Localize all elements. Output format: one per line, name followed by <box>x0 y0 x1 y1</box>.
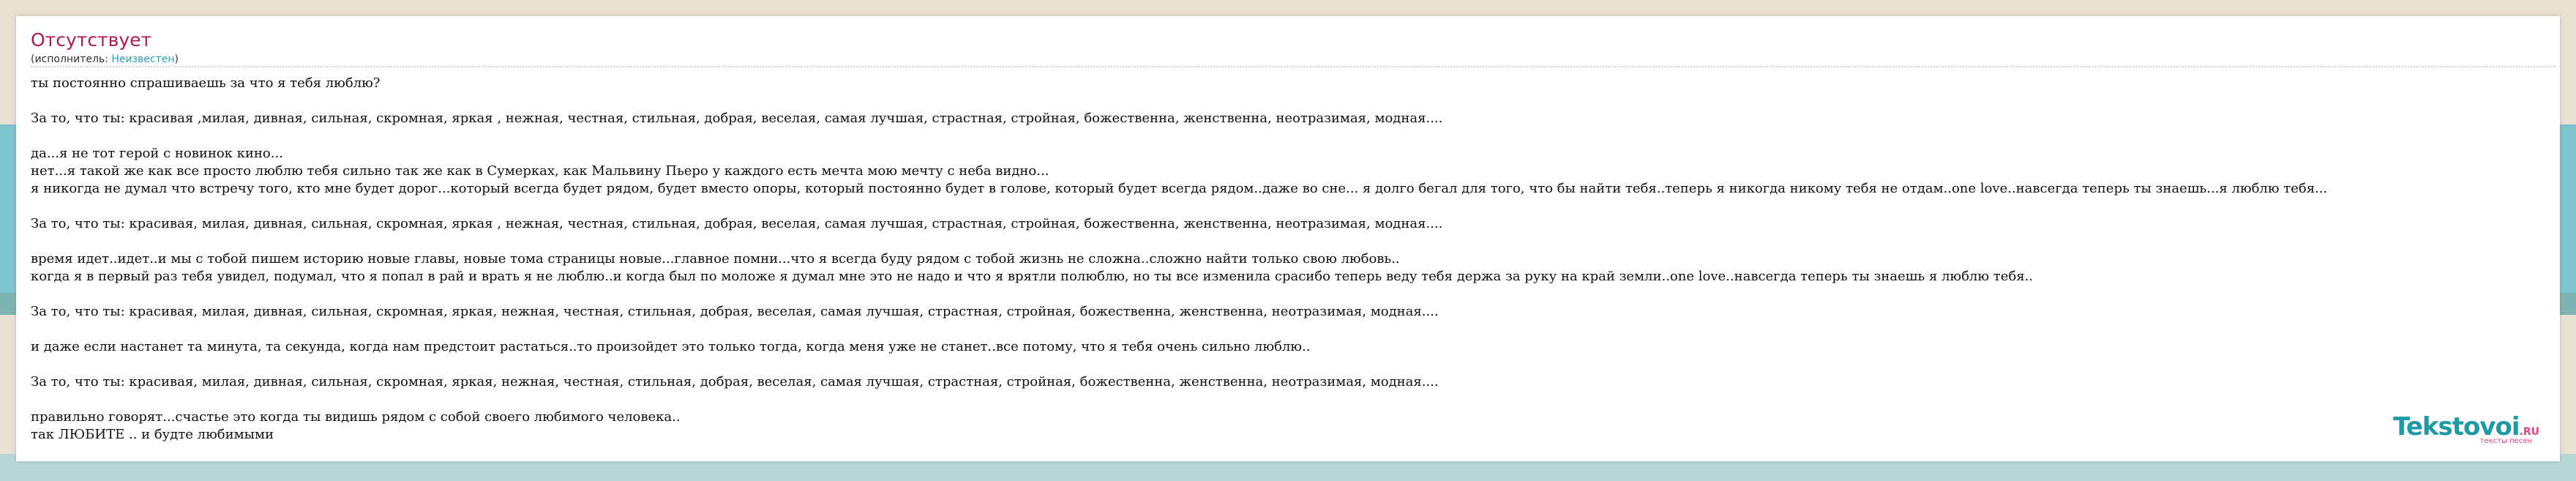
lyrics-blank-line <box>31 127 2556 145</box>
lyrics-line: я никогда не думал что встречу того, кто… <box>31 181 2328 196</box>
lyrics-line: когда я в первый раз тебя увидел, подума… <box>31 269 2034 284</box>
lyrics-line: За то, что ты: красивая, милая, дивная, … <box>31 374 1439 389</box>
lyrics-panel: Отсутствует (исполнитель: Неизвестен) ты… <box>16 16 2560 461</box>
lyrics-line: нет...я такой же как все просто люблю те… <box>31 163 1049 179</box>
lyrics-blank-line <box>31 321 2556 338</box>
lyrics-blank-line <box>31 233 2556 250</box>
lyrics-line: правильно говорят...счастье это когда ты… <box>31 409 681 425</box>
lyrics-blank-line <box>31 286 2556 303</box>
performer-link[interactable]: Неизвестен <box>111 53 174 65</box>
lyrics-blank-line <box>31 92 2556 110</box>
lyrics-line: так ЛЮБИТЕ .. и будте любимыми <box>31 427 274 442</box>
song-title: Отсутствует <box>31 29 152 51</box>
performer-suffix: ) <box>174 53 179 65</box>
lyrics-blank-line <box>31 356 2556 373</box>
lyrics-line: За то, что ты: красивая, милая, дивная, … <box>31 216 1443 231</box>
lyrics-text: ты постоянно спрашиваешь за что я тебя л… <box>31 75 2556 444</box>
performer-prefix: (исполнитель: <box>31 53 112 65</box>
lyrics-line: ты постоянно спрашиваешь за что я тебя л… <box>31 75 381 91</box>
logo-tld: .RU <box>2519 426 2539 438</box>
lyrics-line: За то, что ты: красивая, милая, дивная, … <box>31 304 1439 319</box>
divider <box>31 66 2556 67</box>
lyrics-line: время идет..идет..и мы с тобой пишем ист… <box>31 251 1400 266</box>
lyrics-blank-line <box>31 391 2556 409</box>
performer-line: (исполнитель: Неизвестен) <box>31 53 179 65</box>
lyrics-line: За то, что ты: красивая ,милая, дивная, … <box>31 111 1443 126</box>
lyrics-line: да...я не тот герой с новинок кино... <box>31 146 283 161</box>
lyrics-line: и даже если настанет та минута, та секун… <box>31 339 1311 354</box>
site-logo[interactable]: Tekstovoi.RU тексты песен <box>2393 412 2539 445</box>
lyrics-blank-line <box>31 198 2556 215</box>
